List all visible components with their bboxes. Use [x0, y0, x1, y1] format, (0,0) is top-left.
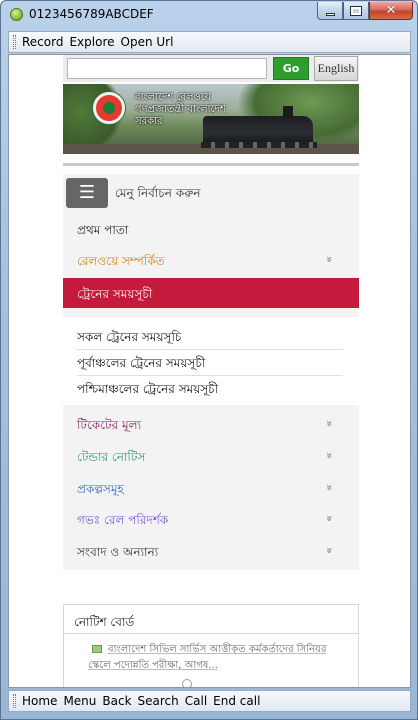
notice-divider	[64, 633, 358, 634]
search-input[interactable]	[67, 58, 267, 79]
menu-record[interactable]: Record	[22, 35, 63, 49]
new-badge-icon	[182, 679, 192, 687]
banner-title: বাংলাদেশ রেলওয়ে গণপ্রজাতন্ত্রী বাংলাদেশ…	[135, 92, 285, 128]
chevron-down-icon: »	[323, 547, 337, 554]
submenu-item-label: সকল ট্রেনের সময়সূচি	[77, 330, 182, 344]
submenu-item-all-trains[interactable]: সকল ট্রেনের সময়সূচি	[77, 324, 343, 350]
nav-item-home[interactable]: প্রথম পাতা	[63, 214, 359, 244]
chevron-down-icon: »	[323, 452, 337, 459]
menu-open-url[interactable]: Open Url	[121, 35, 174, 49]
window-frame: 0123456789ABCDEF ✕ Record Explore Open U…	[0, 0, 418, 720]
menu-explore[interactable]: Explore	[69, 35, 114, 49]
close-icon: ✕	[385, 3, 397, 18]
nav-item-news-others[interactable]: সংবাদ ও অন্যান্য »	[63, 536, 359, 566]
close-button[interactable]: ✕	[369, 2, 413, 20]
submenu-item-label: পূর্বাঞ্চলের ট্রেনের সময়সূচী	[77, 356, 206, 370]
nav-item-label: ট্রেনের সময়সূচী	[77, 287, 153, 301]
maximize-button[interactable]	[343, 2, 369, 20]
end-call-button[interactable]: End call	[213, 694, 260, 708]
app-icon	[10, 8, 23, 21]
toolbar-grip-icon[interactable]	[13, 35, 16, 49]
window-controls: ✕	[317, 2, 413, 21]
bottom-toolbar: Home Menu Back Search Call End call	[8, 690, 411, 712]
header-banner: বাংলাদেশ রেলওয়ে গণপ্রজাতন্ত্রী বাংলাদেশ…	[63, 84, 359, 154]
nav-item-label: গভঃ রেল পরিদর্শক	[77, 513, 169, 527]
menu-button[interactable]: Menu	[63, 694, 96, 708]
chevron-down-icon: »	[323, 420, 337, 427]
nav-item-label: প্রকল্পসমূহ	[77, 482, 124, 496]
hamburger-icon: ☰	[78, 182, 96, 203]
search-button[interactable]: Search	[138, 694, 179, 708]
nav-item-label: টেন্ডার নোটিস	[77, 450, 146, 464]
nav-item-ticket-price[interactable]: টিকেটের মূল্য »	[63, 409, 359, 439]
nav-item-label: রেলওয়ে সম্পর্কিত	[77, 254, 165, 268]
minimize-icon	[325, 13, 335, 16]
nav-item-rail-inspector[interactable]: গভঃ রেল পরিদর্শক »	[63, 504, 359, 534]
chevron-down-icon: »	[323, 484, 337, 491]
home-button[interactable]: Home	[22, 694, 57, 708]
nav-item-label: সংবাদ ও অন্যান্য	[77, 545, 159, 559]
menu-toggle-label: মেনু নির্বাচন করুন	[115, 186, 201, 200]
government-seal-logo[interactable]	[93, 92, 125, 124]
nav-item-label: টিকেটের মূল্য	[77, 418, 142, 432]
chevron-down-icon: »	[323, 515, 337, 522]
nav-item-tender-notice[interactable]: টেন্ডার নোটিস »	[63, 441, 359, 471]
header-divider	[63, 163, 359, 166]
web-view: Go English বাংলাদেশ রেলওয়ে গণপ্রজাতন্ত্…	[8, 54, 411, 688]
submenu-item-west-zone[interactable]: পশ্চিমাঞ্চলের ট্রেনের সময়সূচী	[77, 376, 343, 402]
notice-board-title: নোটিশ বোর্ড	[74, 615, 135, 629]
menu-toggle-button[interactable]: ☰	[66, 178, 108, 208]
submenu-item-east-zone[interactable]: পূর্বাঞ্চলের ট্রেনের সময়সূচী	[77, 350, 343, 376]
search-row: Go English	[63, 55, 359, 82]
title-bar: 0123456789ABCDEF ✕	[1, 1, 418, 29]
maximize-icon	[350, 5, 362, 16]
chevron-down-icon: »	[323, 256, 337, 263]
notice-item-link[interactable]: বাংলাদেশ সিভিল সার্ভিস আত্তীকৃত কর্মকর্ত…	[88, 644, 326, 671]
notice-item[interactable]: বাংলাদেশ সিভিল সার্ভিস আত্তীকৃত কর্মকর্ত…	[88, 642, 344, 674]
nav-item-label: প্রথম পাতা	[77, 223, 129, 237]
banner-train-wheels	[201, 142, 317, 148]
submenu-item-label: পশ্চিমাঞ্চলের ট্রেনের সময়সূচী	[77, 382, 219, 396]
top-menubar: Record Explore Open Url	[8, 31, 411, 53]
nav-item-train-schedule[interactable]: ট্রেনের সময়সূচী	[63, 278, 359, 308]
main-menu: ☰ মেনু নির্বাচন করুন প্রথম পাতা রেলওয়ে …	[63, 174, 359, 570]
english-button[interactable]: English	[314, 56, 358, 81]
minimize-button[interactable]	[317, 2, 343, 20]
toolbar-grip-icon[interactable]	[13, 694, 16, 708]
train-schedule-submenu: সকল ট্রেনের সময়সূচি পূর্বাঞ্চলের ট্রেনে…	[63, 317, 359, 405]
back-button[interactable]: Back	[102, 694, 131, 708]
banner-line-1: বাংলাদেশ রেলওয়ে	[135, 92, 211, 103]
banner-line-2: গণপ্রজাতন্ত্রী বাংলাদেশ	[135, 104, 226, 115]
banner-line-3: সরকার	[135, 116, 163, 127]
go-button[interactable]: Go	[273, 57, 309, 80]
window-title: 0123456789ABCDEF	[29, 7, 154, 21]
notice-board: নোটিশ বোর্ড বাংলাদেশ সিভিল সার্ভিস আত্তী…	[63, 604, 359, 687]
nav-item-projects[interactable]: প্রকল্পসমূহ »	[63, 473, 359, 503]
call-button[interactable]: Call	[185, 694, 207, 708]
nav-item-about-railway[interactable]: রেলওয়ে সম্পর্কিত »	[63, 245, 359, 275]
